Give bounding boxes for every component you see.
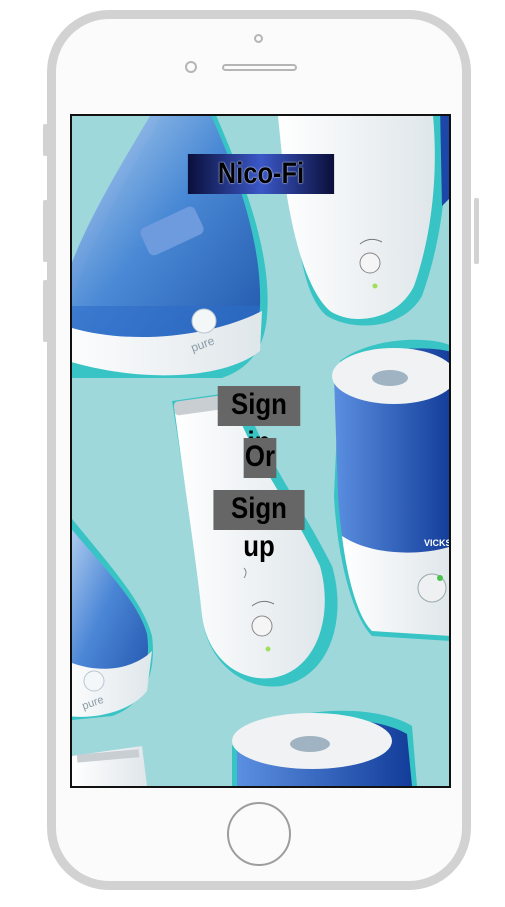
front-camera: [254, 34, 263, 43]
home-button[interactable]: [227, 802, 291, 866]
mute-switch: [43, 124, 48, 156]
sign-up-button[interactable]: Sign up: [213, 490, 305, 563]
proximity-sensor: [185, 61, 197, 73]
or-label: Or: [243, 438, 277, 478]
volume-up-button: [43, 200, 48, 262]
power-button: [474, 198, 479, 264]
app-screen: pure VICKS pure Nico-Fi Sign Or Sign up: [70, 114, 451, 788]
earpiece-speaker: [222, 64, 297, 71]
svg-text:VICKS: VICKS: [424, 538, 449, 548]
app-title: Nico-Fi: [187, 154, 335, 194]
sign-in-button[interactable]: Sign in: [217, 386, 301, 459]
volume-down-button: [43, 280, 48, 342]
